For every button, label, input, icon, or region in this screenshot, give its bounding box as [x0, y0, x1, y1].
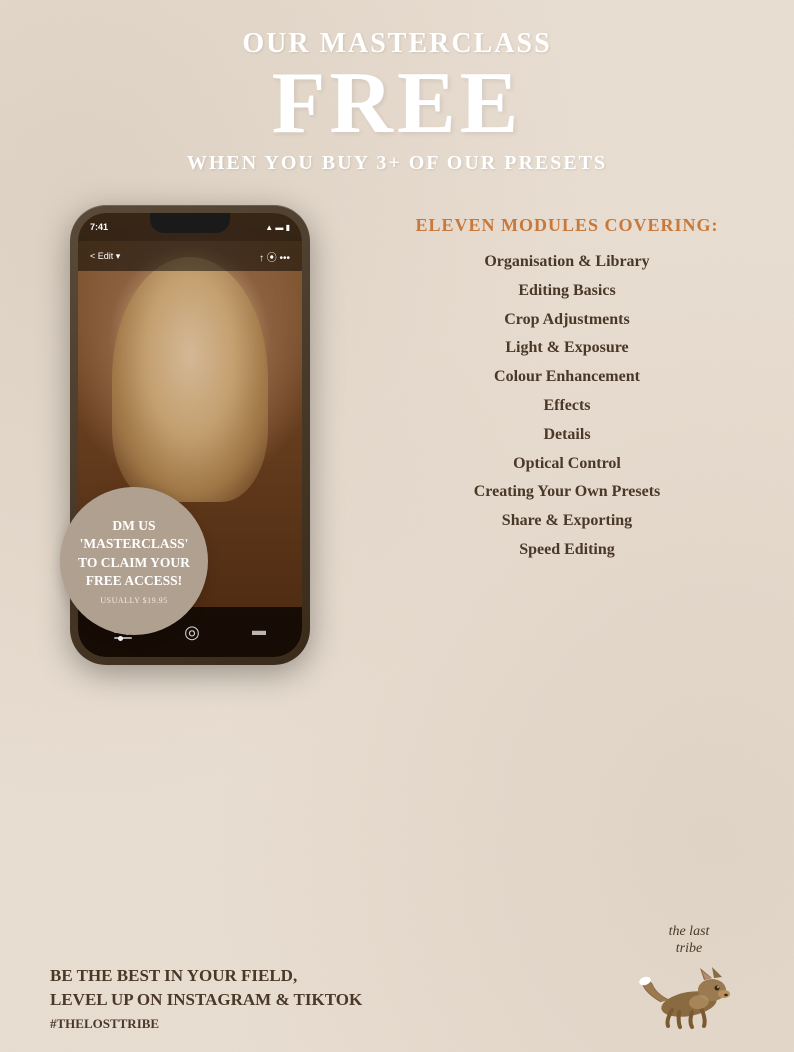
- right-column: ELEVEN MODULES COVERING: Organisation & …: [360, 195, 774, 565]
- phone-notch: [150, 213, 230, 233]
- list-item: Crop Adjustments: [474, 306, 661, 335]
- left-column: 7:41 ▲ ▬ ▮ < Edit ▾ ↑ ⦿ •••: [20, 195, 360, 665]
- fox-logo: the last tribe: [634, 924, 744, 1032]
- list-item: Speed Editing: [474, 536, 661, 565]
- list-item: Colour Enhancement: [474, 363, 661, 392]
- list-item: Light & Exposure: [474, 334, 661, 363]
- list-item: Creating Your Own Presets: [474, 478, 661, 507]
- phone-toolbar: < Edit ▾ ↑ ⦿ •••: [78, 241, 302, 271]
- list-item: Optical Control: [474, 450, 661, 479]
- header-when: WHEN YOU BUY 3+ OF OUR PRESETS: [187, 152, 607, 175]
- list-item: Details: [474, 421, 661, 450]
- phone-mockup: 7:41 ▲ ▬ ▮ < Edit ▾ ↑ ⦿ •••: [70, 205, 310, 665]
- header-free: FREE: [272, 60, 523, 148]
- bottom-section: BE THE BEST IN YOUR FIELD, LEVEL UP ON I…: [20, 914, 774, 1032]
- phone-edit-button[interactable]: < Edit ▾: [90, 251, 120, 262]
- fox-illustration: [634, 962, 744, 1032]
- page: OUR MASTERCLASS FREE WHEN YOU BUY 3+ OF …: [0, 0, 794, 1052]
- slider-bar-icon: ▬: [252, 624, 266, 640]
- brand-name: the last tribe: [669, 924, 710, 958]
- list-item: Organisation & Library: [474, 248, 661, 277]
- dm-sub-text: USUALLY $19.95: [100, 596, 167, 605]
- bottom-text-block: BE THE BEST IN YOUR FIELD, LEVEL UP ON I…: [50, 964, 362, 1032]
- dial-icon: ◎: [184, 622, 200, 643]
- hashtag: #THELOSTTRIBE: [50, 1016, 362, 1032]
- modules-list: Organisation & Library Editing Basics Cr…: [474, 248, 661, 565]
- bottom-line2: LEVEL UP ON INSTAGRAM & TIKTOK: [50, 988, 362, 1012]
- bottom-line1: BE THE BEST IN YOUR FIELD,: [50, 964, 362, 988]
- dm-main-text: DM US'MASTERCLASS'TO CLAIM YOURFREE ACCE…: [78, 517, 190, 590]
- dm-circle: DM US'MASTERCLASS'TO CLAIM YOURFREE ACCE…: [60, 487, 208, 635]
- phone-status-icons: ▲ ▬ ▮: [265, 223, 290, 232]
- phone-time: 7:41: [90, 222, 108, 232]
- list-item: Share & Exporting: [474, 507, 661, 536]
- list-item: Effects: [474, 392, 661, 421]
- main-content: 7:41 ▲ ▬ ▮ < Edit ▾ ↑ ⦿ •••: [20, 195, 774, 914]
- phone-toolbar-icons: ↑ ⦿ •••: [259, 249, 290, 264]
- list-item: Editing Basics: [474, 277, 661, 306]
- modules-title: ELEVEN MODULES COVERING:: [415, 215, 718, 236]
